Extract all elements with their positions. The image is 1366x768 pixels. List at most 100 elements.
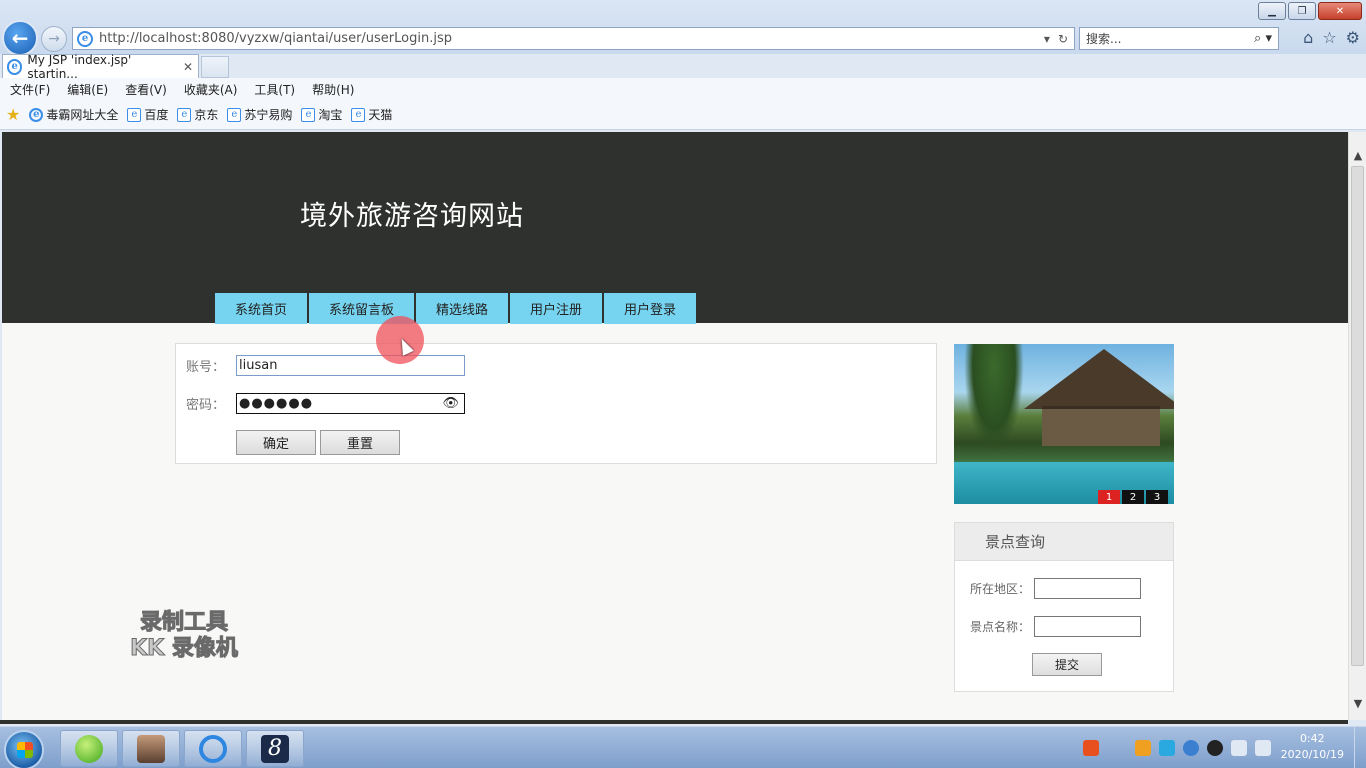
fav-label: 毒霸网址大全 <box>46 108 119 122</box>
network-icon[interactable] <box>1255 740 1271 756</box>
account-input[interactable]: liusan <box>236 355 465 376</box>
vertical-scrollbar[interactable]: ▲ ▼ <box>1348 132 1366 720</box>
tab-row: e My JSP 'index.jsp' startin... ✕ <box>0 52 1366 81</box>
spot-submit-button[interactable]: 提交 <box>1032 653 1102 676</box>
submit-button[interactable]: 确定 <box>236 430 316 455</box>
gear-icon[interactable]: ⚙ <box>1346 28 1360 47</box>
slider-page-1[interactable]: 1 <box>1098 490 1120 504</box>
dropdown-icon[interactable]: ▾ <box>1044 32 1050 46</box>
favorites-star-icon[interactable]: ★ <box>6 105 20 124</box>
menu-edit[interactable]: 编辑(E) <box>67 81 108 98</box>
taskbar-clock[interactable]: 0:42 2020/10/19 <box>1281 731 1344 763</box>
sogou-s-icon[interactable] <box>1083 740 1099 756</box>
tray-app-icon[interactable] <box>1135 740 1151 756</box>
minimize-button[interactable]: ▁ <box>1258 2 1286 20</box>
search-placeholder: 搜索... <box>1086 32 1122 46</box>
page-footer-strip <box>0 720 1348 724</box>
menu-help[interactable]: 帮助(H) <box>312 81 354 98</box>
taskbar-app-360[interactable] <box>60 730 118 767</box>
tab-active[interactable]: e My JSP 'index.jsp' startin... ✕ <box>2 52 199 81</box>
address-bar[interactable]: e http://localhost:8080/vyzxw/qiantai/us… <box>72 27 1075 50</box>
nav-register[interactable]: 用户注册 <box>510 293 602 324</box>
site-header: 境外旅游咨询网站 系统首页 系统留言板 精选线路 用户注册 用户登录 <box>2 132 1348 324</box>
page-icon: e <box>177 107 192 122</box>
fav-label: 天猫 <box>368 108 393 122</box>
slider-page-3[interactable]: 3 <box>1146 490 1168 504</box>
clock-time: 0:42 <box>1299 732 1325 745</box>
reveal-eye-icon[interactable]: 👁 <box>442 396 460 411</box>
reset-button[interactable]: 重置 <box>320 430 400 455</box>
watermark-line1: 录制工具 <box>139 610 228 636</box>
slider-pager: 1 2 3 <box>1098 490 1168 504</box>
address-url[interactable]: http://localhost:8080/vyzxw/qiantai/user… <box>99 31 452 46</box>
ie-icon: e <box>29 107 44 122</box>
scroll-down-icon[interactable]: ▼ <box>1349 694 1366 712</box>
scroll-up-icon[interactable]: ▲ <box>1349 146 1366 164</box>
menu-view[interactable]: 查看(V) <box>125 81 167 98</box>
new-tab-button[interactable] <box>201 56 229 78</box>
fav-item[interactable]: e 百度 <box>127 106 168 123</box>
taskbar-app-ie[interactable] <box>184 730 242 767</box>
page-icon: e <box>351 107 366 122</box>
arrow-left-icon: ← <box>11 26 29 50</box>
password-mask: ●●●●●● <box>239 396 314 411</box>
windows-logo-icon <box>17 742 33 758</box>
spot-name-input[interactable] <box>1034 616 1142 637</box>
nav-routes[interactable]: 精选线路 <box>416 293 508 324</box>
home-icon[interactable]: ⌂ <box>1303 28 1313 47</box>
ie-tab-icon: e <box>7 58 23 75</box>
menu-file[interactable]: 文件(F) <box>10 81 50 98</box>
menu-favorites[interactable]: 收藏夹(A) <box>184 81 238 98</box>
site-title: 境外旅游咨询网站 <box>300 201 524 232</box>
fav-label: 京东 <box>194 108 219 122</box>
window-controls: ▁ ❐ ✕ <box>1258 2 1362 20</box>
back-button[interactable]: ← <box>2 20 38 56</box>
tab-title: My JSP 'index.jsp' startin... <box>27 52 132 81</box>
nav-home[interactable]: 系统首页 <box>215 293 307 324</box>
fav-item[interactable]: e 毒霸网址大全 <box>29 106 118 123</box>
qq-icon[interactable] <box>1207 740 1223 756</box>
tray-app-icon[interactable] <box>1183 740 1199 756</box>
show-desktop-button[interactable] <box>1354 727 1366 768</box>
restore-button[interactable]: ❐ <box>1288 2 1316 20</box>
password-input[interactable]: ●●●●●● 👁 <box>236 393 465 414</box>
fav-item[interactable]: e 淘宝 <box>301 106 342 123</box>
account-label: 账号： <box>186 360 226 375</box>
green-app-icon <box>75 734 103 763</box>
taskbar: 8 0:42 2020/10/19 <box>0 726 1366 768</box>
password-label: 密码： <box>186 398 226 413</box>
taskbar-app-user[interactable] <box>122 730 180 767</box>
menu-tools[interactable]: 工具(T) <box>254 81 295 98</box>
fav-item[interactable]: e 京东 <box>177 106 218 123</box>
forward-button[interactable]: → <box>41 26 67 52</box>
region-input[interactable] <box>1034 578 1142 599</box>
search-icon[interactable]: ⌕ ▾ <box>1254 31 1278 46</box>
close-window-button[interactable]: ✕ <box>1318 2 1362 20</box>
search-input[interactable]: 搜索... ⌕ ▾ <box>1079 27 1279 50</box>
page-icon: e <box>301 107 316 122</box>
taskbar-app-eclipse[interactable]: 8 <box>246 730 304 767</box>
spot-name-label: 景点名称： <box>970 620 1031 634</box>
arrow-right-icon: → <box>48 31 60 47</box>
app-8-icon: 8 <box>261 734 289 763</box>
page-icon: e <box>127 107 142 122</box>
spot-search-title: 景点查询 <box>955 523 1173 561</box>
fav-item[interactable]: e 苏宁易购 <box>227 106 292 123</box>
slider-page-2[interactable]: 2 <box>1122 490 1144 504</box>
slider-image-roof <box>1024 349 1174 409</box>
ie-page-icon: e <box>77 30 93 47</box>
tray-app-icon[interactable] <box>1159 740 1175 756</box>
refresh-icon[interactable]: ↻ <box>1058 32 1068 46</box>
nav-login[interactable]: 用户登录 <box>604 293 696 324</box>
image-slider[interactable]: 1 2 3 <box>954 344 1174 504</box>
favorites-star-icon[interactable]: ☆ <box>1322 28 1336 47</box>
scroll-thumb[interactable] <box>1351 166 1364 666</box>
start-button[interactable] <box>4 730 44 768</box>
favorites-bar: ★ e 毒霸网址大全 e 百度 e 京东 e 苏宁易购 e 淘宝 e 天猫 <box>0 100 1366 130</box>
volume-icon[interactable] <box>1231 740 1247 756</box>
fav-item[interactable]: e 天猫 <box>351 106 392 123</box>
close-tab-icon[interactable]: ✕ <box>183 60 198 74</box>
page-icon: e <box>227 107 242 122</box>
recorder-watermark: 录制工具 KK 录像机 <box>114 610 254 662</box>
ie-icon <box>199 734 227 763</box>
